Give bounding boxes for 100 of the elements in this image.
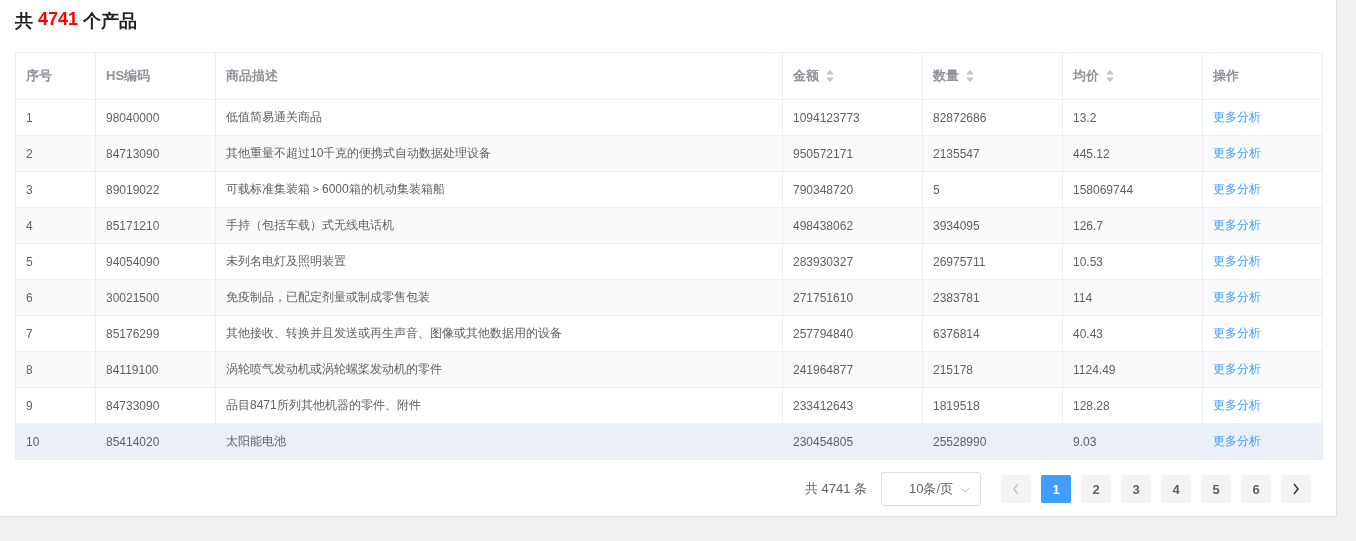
- table-cell: 2: [26, 146, 33, 161]
- table-cell: 免疫制品，已配定剂量或制成零售包装: [226, 290, 430, 304]
- table-cell: 40.43: [1073, 326, 1104, 341]
- table-cell: 230454805: [793, 434, 854, 449]
- page-button[interactable]: 4: [1161, 475, 1191, 503]
- sort-icon[interactable]: [825, 69, 835, 83]
- table-cell: 其他接收、转换并且发送或再生声音、图像或其他数据用的设备: [226, 326, 562, 340]
- table-cell: 30021500: [106, 290, 160, 305]
- table-cell: 7: [26, 326, 33, 341]
- table-cell: 215178: [933, 362, 974, 377]
- table-cell: 498438062: [793, 218, 854, 233]
- table-cell: 89019022: [106, 182, 160, 197]
- title-text: 共: [15, 10, 33, 33]
- table-row[interactable]: 4 85171210 手持（包括车载）式无线电话机 498438062 3934095 126.7 更多分析: [15, 207, 1323, 244]
- table-cell: 10.53: [1073, 254, 1104, 269]
- table-cell: 5: [933, 182, 940, 197]
- table-cell: 128.28: [1073, 398, 1110, 413]
- page-button[interactable]: 5: [1201, 475, 1231, 503]
- table-cell: 94054090: [106, 254, 160, 269]
- more-analysis-link[interactable]: 更多分析: [1213, 110, 1261, 124]
- table-cell: 6: [26, 290, 33, 305]
- table-cell: 271751610: [793, 290, 854, 305]
- page-button[interactable]: 6: [1241, 475, 1271, 503]
- table-cell: 241964877: [793, 362, 854, 377]
- table-cell: 26975711: [933, 254, 986, 269]
- chevron-left-icon: [1012, 483, 1020, 495]
- next-page-button[interactable]: [1281, 475, 1311, 503]
- table-cell: 1: [26, 110, 33, 125]
- more-analysis-link[interactable]: 更多分析: [1213, 254, 1261, 268]
- sort-icon[interactable]: [1105, 69, 1115, 83]
- column-header: 操作: [1202, 52, 1323, 100]
- table-cell: 85414020: [106, 434, 160, 449]
- table-cell: 涡轮喷气发动机或涡轮螺桨发动机的零件: [226, 362, 442, 376]
- table-cell: 低值简易通关商品: [226, 110, 322, 124]
- column-header[interactable]: 均价: [1062, 52, 1203, 100]
- page-button[interactable]: 3: [1121, 475, 1151, 503]
- table-cell: 13.2: [1073, 110, 1097, 125]
- total-count: 共 4741 条: [804, 480, 867, 498]
- column-header: 商品描述: [215, 52, 783, 100]
- column-header[interactable]: 数量: [922, 52, 1063, 100]
- table-cell: 85171210: [106, 218, 160, 233]
- table-row[interactable]: 9 84733090 品目8471所列其他机器的零件、附件 233412643 1819518 128.28 更多分析: [15, 387, 1323, 424]
- table-cell: 太阳能电池: [226, 434, 286, 448]
- table-row[interactable]: 7 85176299 其他接收、转换并且发送或再生声音、图像或其他数据用的设备 257794840 6376814 40.43 更多分析: [15, 315, 1323, 352]
- table-cell: 其他重量不超过10千克的便携式自动数据处理设备: [226, 146, 492, 160]
- chevron-right-icon: [1292, 483, 1300, 495]
- table-cell: 25528990: [933, 434, 987, 449]
- table-row[interactable]: 8 84119100 涡轮喷气发动机或涡轮螺桨发动机的零件 241964877 215178 1124.49 更多分析: [15, 351, 1323, 388]
- table-cell: 114: [1073, 290, 1093, 305]
- table-cell: 82872686: [933, 110, 987, 125]
- table-row[interactable]: 3 89019022 可载标准集装箱＞6000箱的机动集装箱船 790348720 5 158069744 更多分析: [15, 171, 1323, 208]
- table-cell: 9.03: [1073, 434, 1097, 449]
- table-cell: 233412643: [793, 398, 854, 413]
- table-cell: 4: [26, 218, 33, 233]
- table-cell: 257794840: [793, 326, 854, 341]
- table-cell: 6376814: [933, 326, 980, 341]
- table-row[interactable]: 5 94054090 未列名电灯及照明装置 283930327 26975711 10.53 更多分析: [15, 243, 1323, 280]
- table-cell: 10: [26, 434, 40, 449]
- table-row[interactable]: 10 85414020 太阳能电池 230454805 25528990 9.03 更多分析: [15, 423, 1323, 460]
- table-cell: 手持（包括车载）式无线电话机: [226, 218, 394, 232]
- table-cell: 1124.49: [1073, 362, 1116, 377]
- column-header: HS编码: [95, 52, 216, 100]
- more-analysis-link[interactable]: 更多分析: [1213, 398, 1261, 412]
- table-cell: 未列名电灯及照明装置: [226, 254, 346, 268]
- table-cell: 158069744: [1073, 182, 1134, 197]
- page-button[interactable]: 2: [1081, 475, 1111, 503]
- table-cell: 84713090: [106, 146, 160, 161]
- table-row[interactable]: 1 98040000 低值简易通关商品 1094123773 82872686 13.2 更多分析: [15, 99, 1323, 136]
- table-cell: 283930327: [793, 254, 854, 269]
- table-cell: 2135547: [933, 146, 980, 161]
- more-analysis-link[interactable]: 更多分析: [1213, 326, 1261, 340]
- table-cell: 可载标准集装箱＞6000箱的机动集装箱船: [226, 182, 445, 196]
- table-cell: 3: [26, 182, 33, 197]
- table-cell: 9: [26, 398, 33, 413]
- product-count: 4741: [38, 9, 79, 31]
- prev-page-button[interactable]: [1001, 475, 1031, 503]
- table-cell: 98040000: [106, 110, 160, 125]
- table-cell: 5: [26, 254, 33, 269]
- table-cell: 品目8471所列其他机器的零件、附件: [226, 398, 421, 412]
- column-header[interactable]: 金额: [782, 52, 923, 100]
- table-cell: 1819518: [933, 398, 980, 413]
- more-analysis-link[interactable]: 更多分析: [1213, 182, 1261, 196]
- table-cell: 85176299: [106, 326, 160, 341]
- table-row[interactable]: 6 30021500 免疫制品，已配定剂量或制成零售包装 271751610 2383781 114 更多分析: [15, 279, 1323, 316]
- chevron-down-icon: [960, 487, 970, 493]
- table-cell: 1094123773: [793, 110, 860, 125]
- title-text: 个产品: [83, 10, 138, 33]
- table-cell: 950572171: [793, 146, 854, 161]
- table-cell: 445.12: [1073, 146, 1110, 161]
- table-row[interactable]: 2 84713090 其他重量不超过10千克的便携式自动数据处理设备 950572171 2135547 445.12 更多分析: [15, 135, 1323, 172]
- table-cell: 790348720: [793, 182, 854, 197]
- column-header: 序号: [15, 52, 96, 100]
- table-cell: 84733090: [106, 398, 160, 413]
- table-cell: 3934095: [933, 218, 980, 233]
- table-cell: 126.7: [1073, 218, 1104, 233]
- table-cell: 84119100: [106, 362, 159, 377]
- page-size-select[interactable]: 10条/页: [881, 472, 981, 506]
- table-cell: 2383781: [933, 290, 980, 305]
- sort-icon[interactable]: [965, 69, 975, 83]
- table-cell: 8: [26, 362, 33, 377]
